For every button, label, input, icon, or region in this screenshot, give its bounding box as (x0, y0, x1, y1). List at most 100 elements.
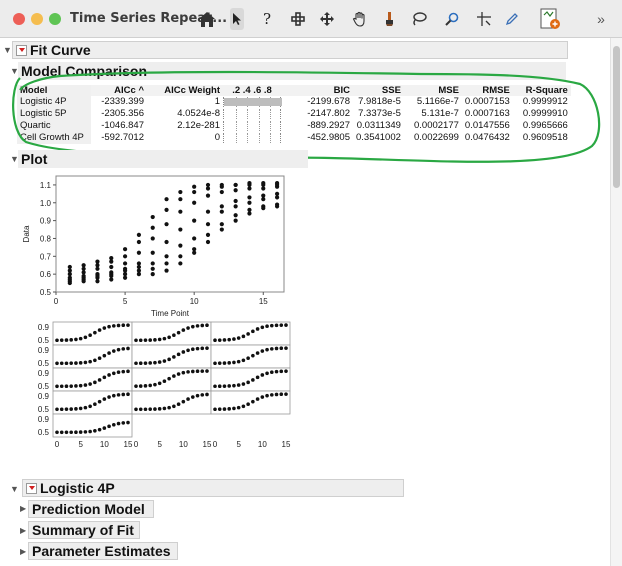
data-point (247, 200, 252, 205)
home-icon[interactable] (196, 8, 218, 30)
table-row[interactable]: Logistic 4P -2339.399 1 -2199.678 7.9818e-5 5… (17, 96, 571, 108)
panel-y-tick-label: 0.9 (38, 369, 50, 378)
lasso-icon[interactable] (410, 8, 428, 30)
cell-weight: 2.12e-281 (177, 120, 220, 131)
cell-mse: 5.1166e-7 (416, 96, 459, 107)
panel-point (88, 404, 92, 409)
panel-point (213, 384, 217, 389)
panel-point (260, 349, 265, 353)
header-rsquare[interactable]: R-Square (512, 85, 571, 96)
minimize-window-button[interactable] (31, 13, 43, 25)
cell-bic: -452.9805 (307, 132, 350, 143)
model-comparison-header[interactable]: Model Comparison (18, 62, 566, 80)
header-rmse[interactable]: RMSE (461, 85, 513, 96)
panel-point (138, 384, 143, 388)
panel-point (222, 407, 227, 411)
aicc-weight-bar (223, 108, 281, 120)
scroll-thumb[interactable] (613, 46, 620, 188)
panel-point (55, 338, 59, 343)
panel-point (227, 407, 231, 411)
panel-x-tick-label: 5 (157, 440, 162, 449)
magnifier-icon[interactable] (444, 8, 460, 30)
brush-icon[interactable] (382, 8, 396, 30)
panel-point (157, 337, 162, 342)
prediction-model-disclosure-icon[interactable]: ▶ (20, 504, 26, 513)
parameter-estimates-header[interactable]: Parameter Estimates (28, 542, 178, 560)
close-window-button[interactable] (13, 13, 25, 25)
pen-icon[interactable] (504, 8, 520, 30)
data-point (192, 200, 197, 205)
prediction-model-header[interactable]: Prediction Model (28, 500, 154, 518)
panel-point (284, 369, 288, 373)
panel-point (162, 336, 167, 341)
move-icon[interactable] (319, 8, 335, 30)
panel-point (213, 361, 217, 366)
panel-point (270, 370, 274, 375)
panel-point (93, 358, 97, 363)
logistic4p-header[interactable]: Logistic 4P (22, 479, 404, 497)
table-row[interactable]: Quartic -1046.847 2.12e-281 -889.2927 0.0311… (17, 120, 571, 132)
panel-point (251, 353, 255, 358)
data-point (109, 272, 114, 277)
chevron-right-icon[interactable]: » (594, 8, 608, 30)
cell-weight: 1 (214, 96, 220, 107)
arrow-pointer-icon[interactable] (230, 8, 244, 30)
fit-curve-header[interactable]: Fit Curve (12, 41, 568, 59)
header-sse[interactable]: SSE (353, 85, 404, 96)
panel-point (265, 393, 269, 398)
crosshair-icon[interactable] (290, 8, 306, 30)
data-point (150, 214, 155, 220)
panel-point (195, 324, 200, 328)
panel-point (246, 402, 250, 407)
data-point (219, 204, 224, 209)
table-row[interactable]: Logistic 5P -2305.356 4.0524e-8 -2147.802 7.… (17, 108, 571, 120)
panel-point (69, 407, 73, 411)
summary-of-fit-header[interactable]: Summary of Fit (28, 521, 140, 539)
panel-point (153, 407, 157, 411)
panel-point (55, 407, 59, 412)
data-point (136, 264, 142, 270)
panel-point (251, 399, 255, 404)
scale-icon[interactable] (476, 8, 492, 30)
panel-point (64, 384, 69, 389)
cell-rsq: 0.9999912 (522, 96, 568, 107)
panel-point (112, 371, 116, 376)
panel-point (222, 384, 227, 388)
header-model[interactable]: Model (17, 85, 91, 96)
zoom-window-button[interactable] (49, 13, 61, 25)
red-triangle-menu-icon[interactable] (16, 44, 27, 56)
red-triangle-menu-icon[interactable] (26, 482, 37, 494)
parameter-estimates-disclosure-icon[interactable]: ▶ (20, 547, 26, 556)
hand-icon[interactable] (351, 8, 369, 30)
header-aicc[interactable]: AICc ^ (91, 85, 147, 96)
help-icon[interactable]: ? (260, 8, 274, 30)
header-aicc-weight[interactable]: AICc Weight (147, 85, 223, 96)
panel-point (69, 384, 73, 388)
panel-point (232, 337, 236, 341)
panel-point (172, 355, 176, 359)
header-bic[interactable]: BIC (281, 85, 353, 96)
logistic4p-disclosure-icon[interactable]: ▼ (10, 484, 19, 494)
panel-point (162, 359, 167, 363)
header-mse[interactable]: MSE (403, 85, 462, 96)
panel-point (181, 328, 186, 332)
panel-point (88, 429, 92, 434)
small-multiples-plot[interactable]: 0.90.50.90.50.90.50.90.50.90.50 5 10 15 0 5 10… (25, 320, 297, 460)
data-point (109, 255, 114, 261)
summary-of-fit-title: Summary of Fit (32, 522, 134, 538)
x-tick-label: 15 (259, 297, 268, 306)
panel-point (251, 378, 255, 382)
data-point (164, 268, 169, 273)
table-row[interactable]: Cell Growth 4P -592.7012 0 -452.9805 0.35410… (17, 132, 571, 144)
panel-point (176, 330, 181, 335)
main-scatter-plot[interactable]: 0.5 0.6 0.7 0.8 0.9 1.0 1.1 0 5 10 15 Time Point Dat… (20, 172, 290, 324)
panel-point (172, 333, 176, 338)
y-tick-label: 0.7 (40, 252, 52, 261)
fit-curve-disclosure-icon[interactable]: ▼ (3, 45, 12, 55)
plot-header[interactable]: Plot (18, 150, 308, 168)
panel-point (153, 382, 157, 387)
annotate-icon[interactable] (538, 6, 562, 32)
summary-of-fit-disclosure-icon[interactable]: ▶ (20, 526, 26, 535)
panel-x-tick-label: 15 (203, 440, 212, 449)
cell-bic: -2199.678 (307, 96, 350, 107)
